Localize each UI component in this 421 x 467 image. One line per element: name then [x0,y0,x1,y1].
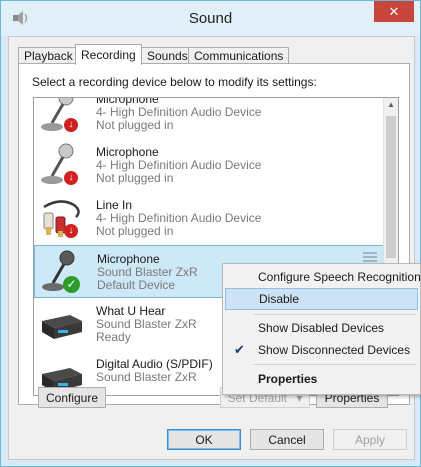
unplugged-status-icon: ↓ [64,118,78,132]
device-name: What U Hear [96,304,166,318]
menu-item-configure-speech-recognition[interactable]: Configure Speech Recognition [225,266,421,288]
device-description: Sound Blaster ZxR [96,317,197,331]
context-menu: Configure Speech Recognition Disable Sho… [222,263,421,395]
instruction-text: Select a recording device below to modif… [32,75,317,89]
dialog-body: Playback Recording Sounds Communications… [8,36,415,460]
device-description: Sound Blaster ZxR [97,265,198,279]
menu-item-disable[interactable]: Disable [225,288,418,310]
cancel-button[interactable]: Cancel [250,429,324,450]
menu-item-show-disabled-devices[interactable]: Show Disabled Devices [225,317,418,339]
device-status: Not plugged in [96,118,174,132]
device-description: 4- High Definition Audio Device [96,105,262,119]
menu-item-label: Show Disconnected Devices [258,343,411,357]
close-button[interactable]: ✕ [374,1,414,22]
menu-separator [253,314,416,315]
unplugged-status-icon: ↓ [64,171,78,185]
device-status: Ready [96,330,131,344]
apply-button[interactable]: Apply [333,429,407,450]
scroll-up-arrow-icon[interactable]: ▲ [384,98,398,112]
line-in-cable-icon [43,200,80,237]
unplugged-status-icon: ↓ [64,224,78,238]
soundcard-icon [42,315,82,339]
list-item[interactable]: ↓ Line In 4- High Definition Audio Devic… [34,192,384,245]
list-item[interactable]: ↓ Microphone 4- High Definition Audio De… [34,98,384,139]
menu-item-show-disconnected-devices[interactable]: ✔ Show Disconnected Devices [225,339,418,361]
configure-button[interactable]: Configure [38,387,106,408]
device-name: Microphone [96,145,159,159]
device-status: Not plugged in [96,171,174,185]
microphone-icon [41,98,74,131]
ok-button[interactable]: OK [167,429,241,450]
device-name: Digital Audio (S/PDIF) [96,357,213,371]
scroll-thumb[interactable] [386,116,396,258]
device-description: 4- High Definition Audio Device [96,158,262,172]
checkmark-icon: ✔ [234,342,245,357]
tab-recording[interactable]: Recording [75,44,142,65]
device-status: Not plugged in [96,224,174,238]
menu-separator [253,364,416,365]
device-name: Line In [96,198,133,212]
device-description: Sound Blaster ZxR [96,370,197,384]
device-description: 4- High Definition Audio Device [96,211,262,225]
device-name: Microphone [97,252,160,266]
title-bar[interactable]: Sound ✕ [1,1,420,36]
default-device-check-icon: ✓ [63,276,80,293]
sound-dialog: Sound ✕ Playback Recording Sounds Commun… [0,0,421,467]
list-item[interactable]: ↓ Microphone 4- High Definition Audio De… [34,139,384,192]
window-title: Sound [188,10,233,27]
microphone-icon [41,143,74,184]
menu-item-properties[interactable]: Properties [225,368,418,390]
device-status: Default Device [97,278,176,292]
